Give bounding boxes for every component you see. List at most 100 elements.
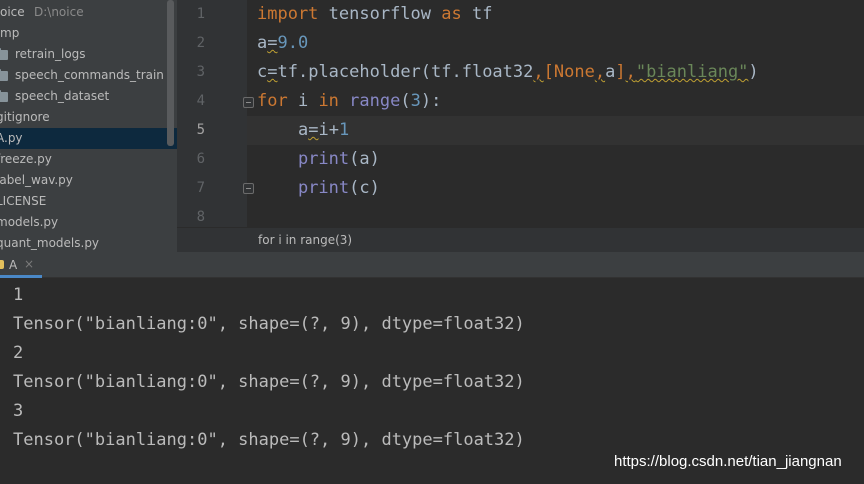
number-literal: 1 [338, 120, 350, 140]
keyword-import: import [257, 4, 319, 24]
var-c: c [257, 62, 268, 82]
tree-item-label: freeze.py [0, 152, 52, 166]
line-number: 1 [196, 6, 205, 22]
tree-item-label: mp [0, 26, 20, 40]
bracket-close: ] [615, 62, 626, 82]
expression: i+ [318, 120, 339, 140]
tree-item-label: quant_models.py [0, 236, 100, 250]
code-line-3: c=tf.placeholder(tf.float32,[None,a],"bi… [257, 62, 759, 82]
tree-item-label: speech_dataset [15, 89, 110, 103]
breadcrumb-item[interactable]: for i in range(3) [258, 233, 352, 247]
tree-item-label-wav-py[interactable]: label_wav.py [0, 170, 177, 191]
tree-item-label: LICENSE [0, 194, 47, 208]
tree-item-quant-models-py[interactable]: quant_models.py [0, 233, 177, 252]
console-line: 2 [13, 343, 24, 363]
keyword-in: in [318, 91, 339, 111]
console-line: 1 [13, 285, 24, 305]
module-name: tensorflow [318, 4, 442, 24]
loop-var: i [287, 91, 319, 111]
print-args: (a) [349, 149, 380, 169]
tree-item-label: A.py [0, 131, 23, 145]
code-line-1: import tensorflow as tf [257, 4, 492, 24]
tree-item-retrain-logs[interactable]: retrain_logs [0, 44, 177, 65]
breadcrumb[interactable]: for i in range(3) [177, 227, 864, 252]
assign-operator: = [308, 120, 319, 140]
module-alias: tf [461, 4, 493, 24]
code-line-4: for i in range(3): [257, 91, 441, 111]
folder-icon [0, 69, 8, 81]
line-number: 2 [196, 35, 205, 51]
fold-marker-icon[interactable] [243, 183, 254, 194]
console-line: Tensor("bianliang:0", shape=(?, 9), dtyp… [13, 372, 525, 392]
builtin-print: print [297, 149, 350, 169]
run-tab-strip: A × [0, 252, 864, 278]
fold-marker-icon[interactable] [243, 97, 254, 108]
project-root-label: oice [0, 5, 25, 19]
console-line: Tensor("bianliang:0", shape=(?, 9), dtyp… [13, 430, 525, 450]
line-number: 7 [196, 180, 205, 196]
project-root[interactable]: oice D:\noice [0, 2, 177, 23]
paren-close-colon: ): [420, 91, 442, 111]
console-line: Tensor("bianliang:0", shape=(?, 9), dtyp… [13, 314, 525, 334]
line-number: 8 [196, 209, 205, 225]
line-number: 6 [196, 151, 205, 167]
builtin-print: print [297, 178, 350, 198]
close-icon[interactable]: × [24, 257, 34, 271]
code-line-5: a=i+1 [257, 120, 349, 140]
folder-icon [0, 90, 8, 102]
tree-item-freeze-py[interactable]: freeze.py [0, 149, 177, 170]
run-tab-a[interactable]: A × [0, 252, 42, 278]
builtin-range: range [349, 91, 401, 111]
tree-item-license[interactable]: LICENSE [0, 191, 177, 212]
tree-item-label: label_wav.py [0, 173, 73, 187]
print-args: (c) [349, 178, 380, 198]
keyword-for: for [257, 91, 288, 111]
python-file-icon [0, 260, 4, 269]
placeholder-call: tf.placeholder(tf.float32 [277, 62, 534, 82]
tree-item-speech-commands-train[interactable]: speech_commands_train [0, 65, 177, 86]
line-number: 3 [196, 64, 205, 80]
tree-item-label: gitignore [0, 110, 50, 124]
keyword-as: as [441, 4, 462, 24]
folder-icon [0, 48, 8, 60]
tree-item-label: models.py [0, 215, 59, 229]
code-line-6: print(a) [257, 149, 380, 169]
sidebar-scrollbar[interactable] [167, 0, 174, 146]
tree-item-models-py[interactable]: models.py [0, 212, 177, 233]
run-console[interactable]: 1 Tensor("bianliang:0", shape=(?, 9), dt… [0, 279, 864, 484]
watermark: https://blog.csdn.net/tian_jiangnan [614, 453, 842, 470]
code-line-7: print(c) [257, 178, 380, 198]
keyword-none: None [553, 62, 595, 82]
project-root-path: D:\noice [34, 5, 84, 19]
line-number-current: 5 [196, 122, 205, 138]
paren-close: ) [748, 62, 759, 82]
tree-item-tmp[interactable]: mp [0, 23, 177, 44]
code-editor[interactable]: 1 2 3 4 5 6 7 8 import tensorflow as tf … [177, 0, 864, 227]
project-tree: oice D:\noice mp retrain_logs speech_comm… [0, 0, 177, 252]
line-number-gutter: 1 2 3 4 5 6 7 8 [177, 0, 247, 227]
assign-operator: = [267, 33, 278, 53]
tree-item-gitignore[interactable]: gitignore [0, 107, 177, 128]
tree-item-label: speech_commands_train [15, 68, 164, 82]
code-line-2: a=9.0 [257, 33, 308, 53]
bracket-open: [ [543, 62, 554, 82]
tree-item-speech-dataset[interactable]: speech_dataset [0, 86, 177, 107]
tree-item-label: retrain_logs [15, 47, 86, 61]
tree-item-a-py[interactable]: A.py [0, 128, 177, 149]
var-a: a [297, 120, 309, 140]
string-literal: "bianliang" [635, 62, 749, 82]
console-line: 3 [13, 401, 24, 421]
assign-operator: = [267, 62, 278, 82]
comma: , [594, 62, 606, 82]
comma: , [625, 62, 636, 82]
number-literal: 9.0 [277, 33, 309, 53]
run-tab-label: A [9, 258, 18, 272]
comma: , [533, 62, 544, 82]
number-literal: 3 [410, 91, 421, 111]
paren-open: ( [400, 91, 411, 111]
var-a: a [605, 62, 616, 82]
